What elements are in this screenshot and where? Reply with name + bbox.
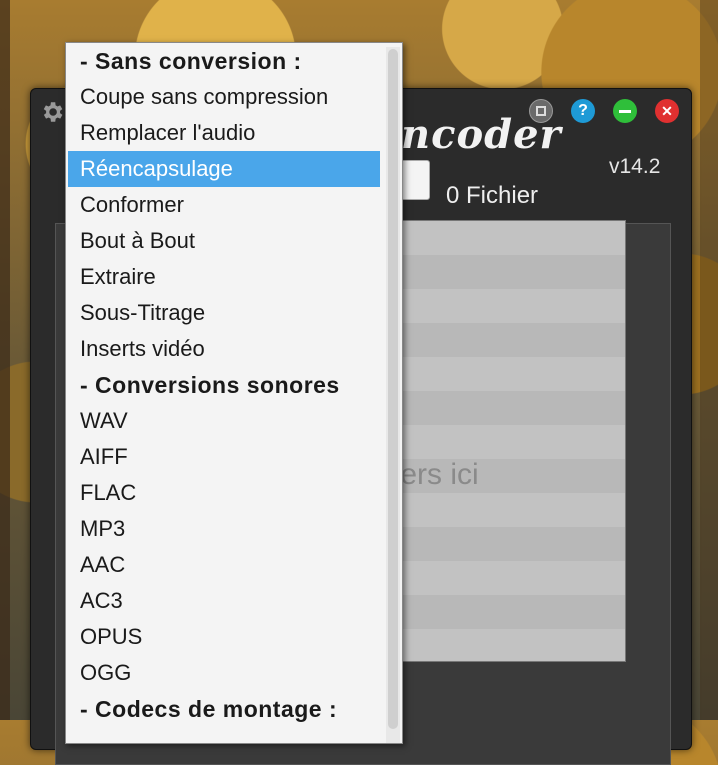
menu-item[interactable]: OGG: [68, 655, 380, 691]
help-button[interactable]: ?: [571, 99, 595, 123]
menu-item[interactable]: FLAC: [68, 475, 380, 511]
menu-item[interactable]: Bout à Bout: [68, 223, 380, 259]
menu-item[interactable]: Réencapsulage: [68, 151, 380, 187]
menu-item[interactable]: Sous-Titrage: [68, 295, 380, 331]
menu-item[interactable]: AIFF: [68, 439, 380, 475]
scrollbar-thumb[interactable]: [388, 49, 398, 729]
menu-item[interactable]: Extraire: [68, 259, 380, 295]
file-count: 0 Fichier: [446, 182, 539, 209]
close-button[interactable]: ✕: [655, 99, 679, 123]
menu-item[interactable]: AC3: [68, 583, 380, 619]
background-trunk: [0, 0, 10, 720]
menu-item[interactable]: MP3: [68, 511, 380, 547]
menu-section-header: - Conversions sonores: [80, 372, 340, 398]
resize-button[interactable]: [529, 99, 553, 123]
menu-item[interactable]: AAC: [68, 547, 380, 583]
menu-item[interactable]: Coupe sans compression: [68, 79, 380, 115]
function-dropdown-menu[interactable]: - Sans conversion : Coupe sans compressio…: [65, 42, 403, 744]
background-trunk: [700, 0, 718, 720]
gear-icon[interactable]: [39, 99, 65, 125]
menu-section-header: - Codecs de montage :: [80, 696, 338, 722]
menu-item[interactable]: Remplacer l'audio: [68, 115, 380, 151]
menu-list: - Sans conversion : Coupe sans compressio…: [68, 43, 380, 727]
menu-scrollbar[interactable]: [386, 47, 400, 743]
menu-item[interactable]: Conformer: [68, 187, 380, 223]
minimize-button[interactable]: [613, 99, 637, 123]
minimize-icon: [619, 109, 631, 113]
menu-section-header: - Sans conversion :: [80, 48, 302, 74]
menu-item[interactable]: WAV: [68, 403, 380, 439]
resize-icon: [536, 106, 546, 116]
menu-item[interactable]: OPUS: [68, 619, 380, 655]
menu-item[interactable]: Inserts vidéo: [68, 331, 380, 367]
version-label: v14.2: [609, 155, 661, 178]
